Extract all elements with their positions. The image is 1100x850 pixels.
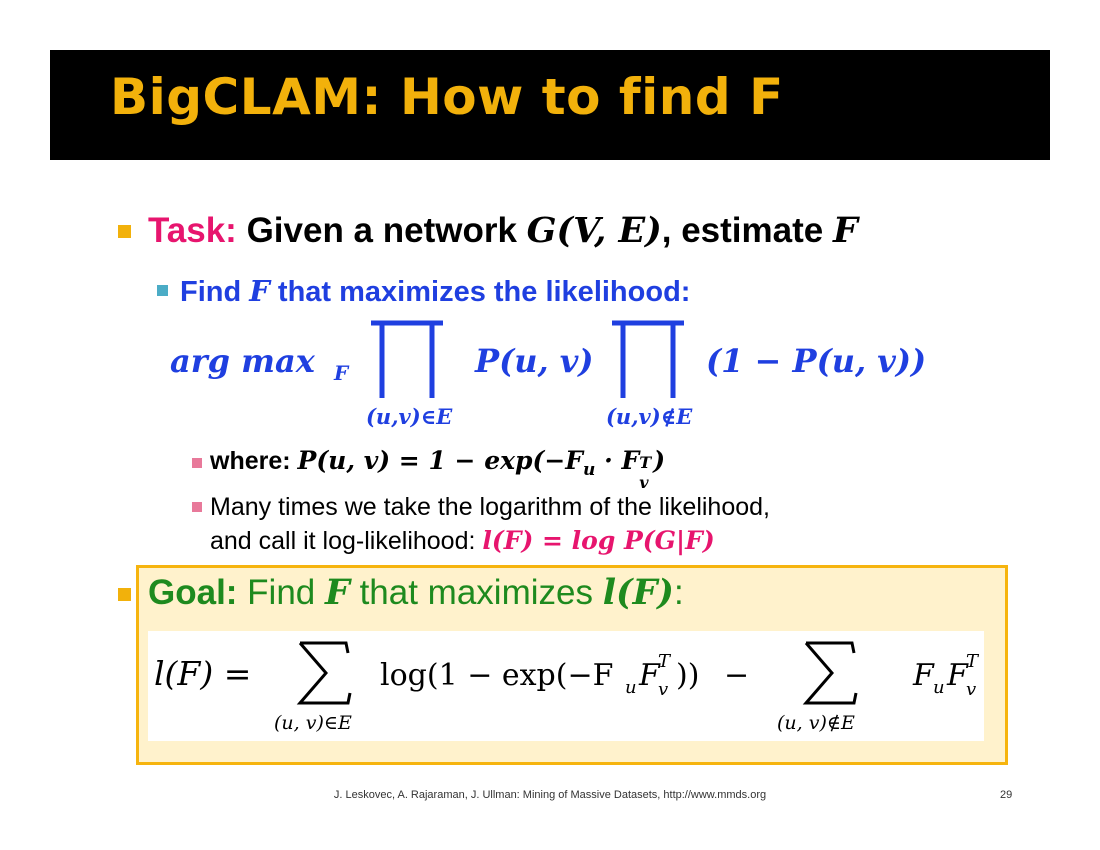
many-line-2-text: and call it log-likelihood:: [210, 527, 483, 555]
slide-title: BigCLAM: How to find F: [110, 68, 784, 126]
where-sub-u: u: [583, 460, 596, 480]
goal-colon: :: [673, 573, 684, 612]
goal-math-f: F: [325, 572, 350, 613]
sum-sub-notin: (u, v)∉E: [777, 712, 855, 734]
find-math-f: F: [249, 274, 270, 308]
bullet-square: [192, 458, 202, 468]
task-text-before: Given a network: [236, 211, 527, 250]
formula-sub-u: u: [625, 677, 637, 698]
product-symbol: [612, 320, 684, 398]
prod-sub-in: (u,v)∈E: [366, 404, 453, 429]
one-minus-term: (1 − P(u, v)): [706, 342, 926, 380]
where-close: ): [653, 446, 666, 475]
find-text-before: Find: [180, 276, 250, 308]
argmax-sub-f: F: [333, 361, 350, 385]
goal-label: Goal:: [148, 573, 238, 612]
task-math-f: F: [832, 210, 858, 251]
footer-citation: J. Leskovec, A. Rajaraman, J. Ullman: Mi…: [333, 789, 767, 801]
bullet-square: [192, 502, 202, 512]
many-line-1: Many times we take the logarithm of the …: [210, 493, 770, 521]
task-line: Task: Given a network G(V, E), estimate …: [148, 210, 858, 251]
product-symbol: [371, 320, 443, 398]
loglik-math: l(F) = log P(G|F): [482, 526, 715, 555]
sum-symbol: [802, 641, 858, 705]
bullet-square: [157, 285, 168, 296]
formula-sup-t2: T: [966, 651, 980, 672]
where-line: where: P(u, v) = 1 − exp(−Fu · F Tv): [210, 446, 666, 492]
page-number: 29: [1000, 789, 1013, 801]
formula-close: )): [676, 658, 699, 693]
formula-sub-v2: v: [966, 679, 976, 700]
title-bar: BigCLAM: How to find F: [50, 50, 1050, 160]
where-dot: · F: [595, 446, 640, 475]
where-lhs: P(u, v) = 1 − exp(−F: [297, 446, 584, 475]
bullet-square: [118, 225, 131, 238]
many-line: Many times we take the logarithm of the …: [210, 490, 770, 558]
goal-math-l: l(F): [602, 572, 674, 613]
task-math-g: G(V, E): [526, 210, 662, 251]
formula-minus: −: [724, 658, 749, 693]
goal-line: Goal: Find F that maximizes l(F):: [148, 572, 684, 613]
argmax-text: arg max: [170, 342, 316, 380]
formula-sub-u2: u: [933, 677, 945, 698]
sum-sub-in: (u, v)∈E: [274, 712, 352, 734]
formula-lhs: l(F) =: [154, 654, 251, 693]
find-text-after: that maximizes the likelihood:: [269, 276, 691, 308]
sum-symbol: [296, 641, 352, 705]
bullet-square: [118, 588, 131, 601]
formula-log-term: log(1 − exp(−F: [380, 658, 613, 693]
where-label: where:: [210, 447, 298, 475]
loglik-formula: l(F) = log(1 − exp(−F u F T v )) − F u F…: [154, 641, 980, 734]
formula-sub-v: v: [658, 679, 668, 700]
task-label: Task:: [148, 211, 237, 250]
goal-text-after: that maximizes: [349, 573, 603, 612]
puv-term: P(u, v): [474, 342, 593, 380]
formula-sup-t: T: [658, 651, 672, 672]
find-line: Find F that maximizes the likelihood:: [180, 274, 690, 309]
goal-text-before: Find: [237, 573, 325, 612]
prod-sub-notin: (u,v)∉E: [606, 404, 693, 429]
formula-box: l(F) = log(1 − exp(−F u F T v )) − F u F…: [148, 631, 984, 741]
formula-fu: F: [912, 658, 935, 693]
task-text-after: , estimate: [661, 211, 833, 250]
where-sup-t: T: [639, 453, 652, 472]
